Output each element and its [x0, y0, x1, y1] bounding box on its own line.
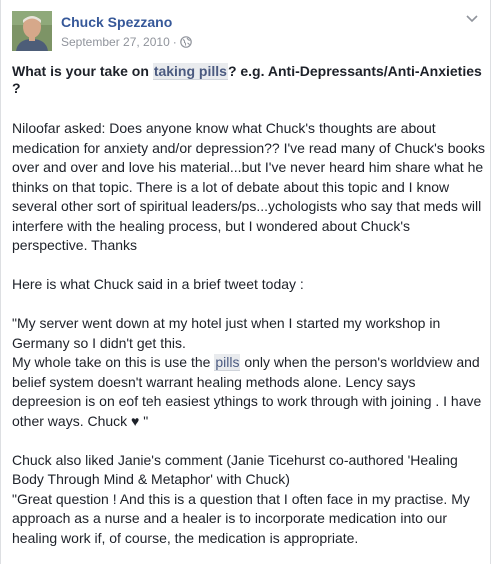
globe-icon[interactable] [179, 36, 192, 48]
post-date[interactable]: September 27, 2010 [61, 35, 170, 49]
post-meta: September 27, 2010 · [61, 35, 192, 49]
chevron-down-icon[interactable] [462, 11, 482, 27]
paragraph-intro: Here is what Chuck said in a brief tweet… [12, 276, 304, 292]
post-card: Chuck Spezzano September 27, 2010 · What… [0, 0, 491, 564]
quote-prefix: My whole take on this is use the [12, 354, 215, 370]
paragraph-comment-quote: "Great question ! And this is a question… [12, 490, 470, 546]
hashtag-link-taking-pills[interactable]: taking pills [152, 63, 228, 80]
post-header: Chuck Spezzano September 27, 2010 · [12, 11, 482, 51]
post-body: Niloofar asked: Does anyone know what Ch… [12, 119, 488, 548]
quote-line-2: My whole take on this is use the pills o… [12, 353, 488, 431]
hashtag-link-pills[interactable]: pills [214, 354, 241, 371]
title-prefix: What is your take on [12, 63, 153, 79]
meta-separator: · [172, 35, 177, 49]
paragraph-question: Niloofar asked: Does anyone know what Ch… [12, 120, 486, 253]
paragraph-comment-intro: Chuck also liked Janie's comment (Janie … [12, 451, 458, 488]
quote-line-1: "My server went down at my hotel just wh… [12, 315, 441, 351]
post-title: What is your take on taking pills? e.g. … [12, 63, 482, 97]
author-name[interactable]: Chuck Spezzano [61, 14, 172, 30]
avatar[interactable] [12, 11, 52, 51]
